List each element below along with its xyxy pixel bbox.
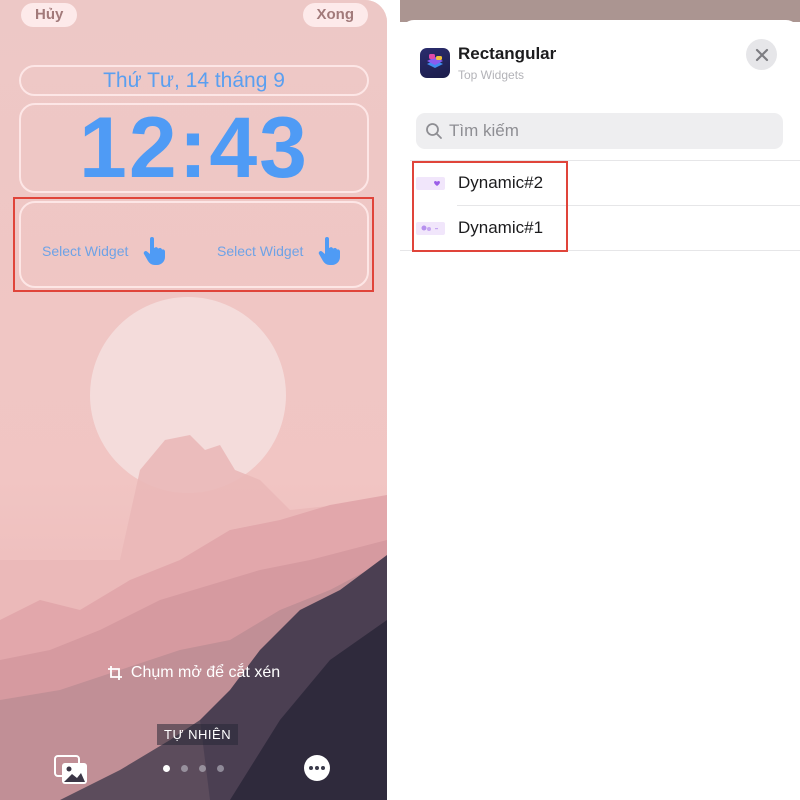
app-icon [420,48,450,78]
widget-picker-sheet: Rectangular Top Widgets Dynamic#2 [400,20,800,800]
photos-icon[interactable] [54,755,88,785]
cancel-button[interactable]: Hủy [21,3,78,27]
close-button[interactable] [746,39,777,70]
app-developer: Top Widgets [458,68,525,82]
page-dot-active[interactable] [163,765,170,772]
select-widget-label: Select Widget [217,243,304,259]
page-indicator[interactable] [163,765,224,772]
search-bar[interactable] [416,113,783,149]
widget-area[interactable]: Select Widget Select Widget [19,201,369,288]
app-name: Rectangular [458,44,557,63]
style-label: TỰ NHIÊN [157,724,239,745]
crop-hint-text: Chụm mở để cắt xén [130,664,281,681]
more-options-button[interactable] [304,755,330,781]
page-dot[interactable] [217,765,224,772]
close-icon [755,48,768,61]
hand-pointer-icon [144,237,166,265]
ellipsis-dot [315,766,319,770]
background-dim [400,0,800,22]
done-button[interactable]: Xong [302,3,368,27]
crop-icon [107,666,122,680]
hand-pointer-icon [319,237,341,265]
widget-slot[interactable]: Select Widget [217,237,341,265]
clock[interactable]: 12:43 [19,103,369,193]
search-input[interactable] [449,121,749,141]
crop-hint: Chụm mở để cắt xén [0,664,387,682]
layers-icon [427,54,443,68]
widget-slot[interactable]: Select Widget [42,237,166,265]
ellipsis-icon [309,766,313,770]
ellipsis-dot [321,766,325,770]
divider [387,0,400,800]
page-dot[interactable] [199,765,206,772]
lock-screen-editor: Hủy Xong Thứ Tư, 14 tháng 9 12:43 Select… [0,0,387,800]
date-widget[interactable]: Thứ Tư, 14 tháng 9 [19,65,369,96]
list-highlight [412,161,568,252]
page-dot[interactable] [181,765,188,772]
search-icon [426,123,442,139]
select-widget-label: Select Widget [42,243,129,259]
